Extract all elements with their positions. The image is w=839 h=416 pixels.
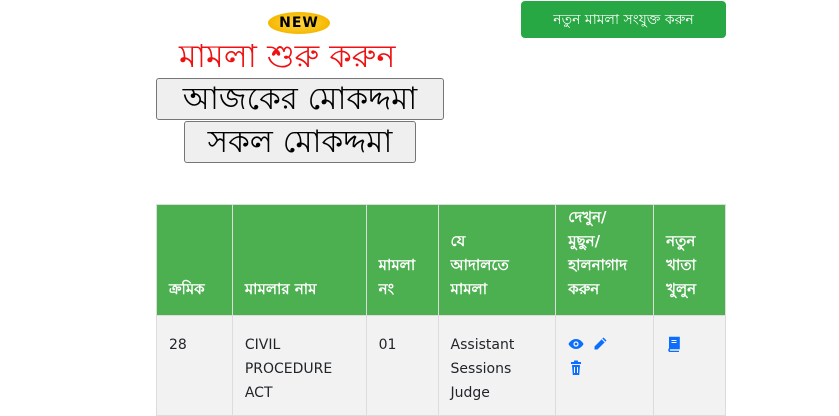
court-line: Sessions — [450, 361, 512, 377]
cell-serial: 28 — [156, 315, 233, 416]
new-badge: NEW — [268, 12, 330, 34]
column-header-court: যে আদালতে মামলা — [437, 204, 557, 316]
column-header-new-ledger: নতুন খাতা খুলুন — [653, 204, 726, 316]
cell-court: Assistant Sessions Judge — [437, 315, 557, 416]
new-badge-text: NEW — [279, 15, 319, 31]
table-header-row: ক্রমিক মামলার নাম মামলা নং যে আদালতে মাম… — [156, 204, 726, 316]
header-line: হালনাগাদ — [568, 256, 628, 274]
cell-actions — [555, 315, 655, 416]
case-name-line: ACT — [244, 385, 273, 401]
add-new-case-button[interactable]: নতুন মামলা সংযুক্ত করুন — [521, 1, 726, 38]
header-line: করুন — [568, 280, 600, 298]
cell-case-name: CIVIL PROCEDURE ACT — [231, 315, 367, 416]
header-line: মামলার নাম — [244, 280, 317, 298]
header-line: খাতা — [666, 256, 696, 274]
header-line: খুলুন — [666, 280, 697, 298]
pencil-icon[interactable] — [592, 333, 616, 357]
column-header-serial: ক্রমিক — [156, 204, 233, 316]
today-cases-button[interactable]: আজকের মোকদ্দমা — [156, 78, 444, 120]
header-line: নং — [378, 280, 395, 298]
cell-new-ledger — [653, 315, 726, 416]
header-line: ক্রমিক — [169, 280, 205, 298]
cell-case-no: 01 — [365, 315, 439, 416]
case-name-line: PROCEDURE — [244, 361, 333, 377]
table-row: 28 CIVIL PROCEDURE ACT 01 Assistant Sess… — [156, 315, 726, 416]
column-header-actions: দেখুন/ মুছুন/ হালনাগাদ করুন — [555, 204, 655, 316]
eye-icon[interactable] — [568, 333, 592, 357]
cases-table: ক্রমিক মামলার নাম মামলা নং যে আদালতে মাম… — [156, 204, 726, 416]
case-name-line: CIVIL — [244, 337, 281, 353]
header-line: আদালতে — [450, 256, 509, 274]
header-line: নতুন — [666, 232, 696, 250]
trash-icon[interactable] — [568, 357, 592, 381]
start-case-link[interactable]: মামলা শুরু করুন — [179, 36, 395, 76]
header-line: দেখুন/ — [568, 208, 607, 226]
court-line: Judge — [450, 385, 490, 401]
column-header-case-no: মামলা নং — [365, 204, 439, 316]
court-line: Assistant — [450, 337, 515, 353]
header-line: মামলা — [378, 256, 416, 274]
header-line: মামলা — [450, 280, 488, 298]
all-cases-button[interactable]: সকল মোকদ্দমা — [184, 121, 416, 163]
header-line: মুছুন/ — [568, 232, 601, 250]
book-icon[interactable] — [666, 333, 690, 357]
column-header-case-name: মামলার নাম — [231, 204, 367, 316]
header-line: যে — [450, 232, 466, 250]
